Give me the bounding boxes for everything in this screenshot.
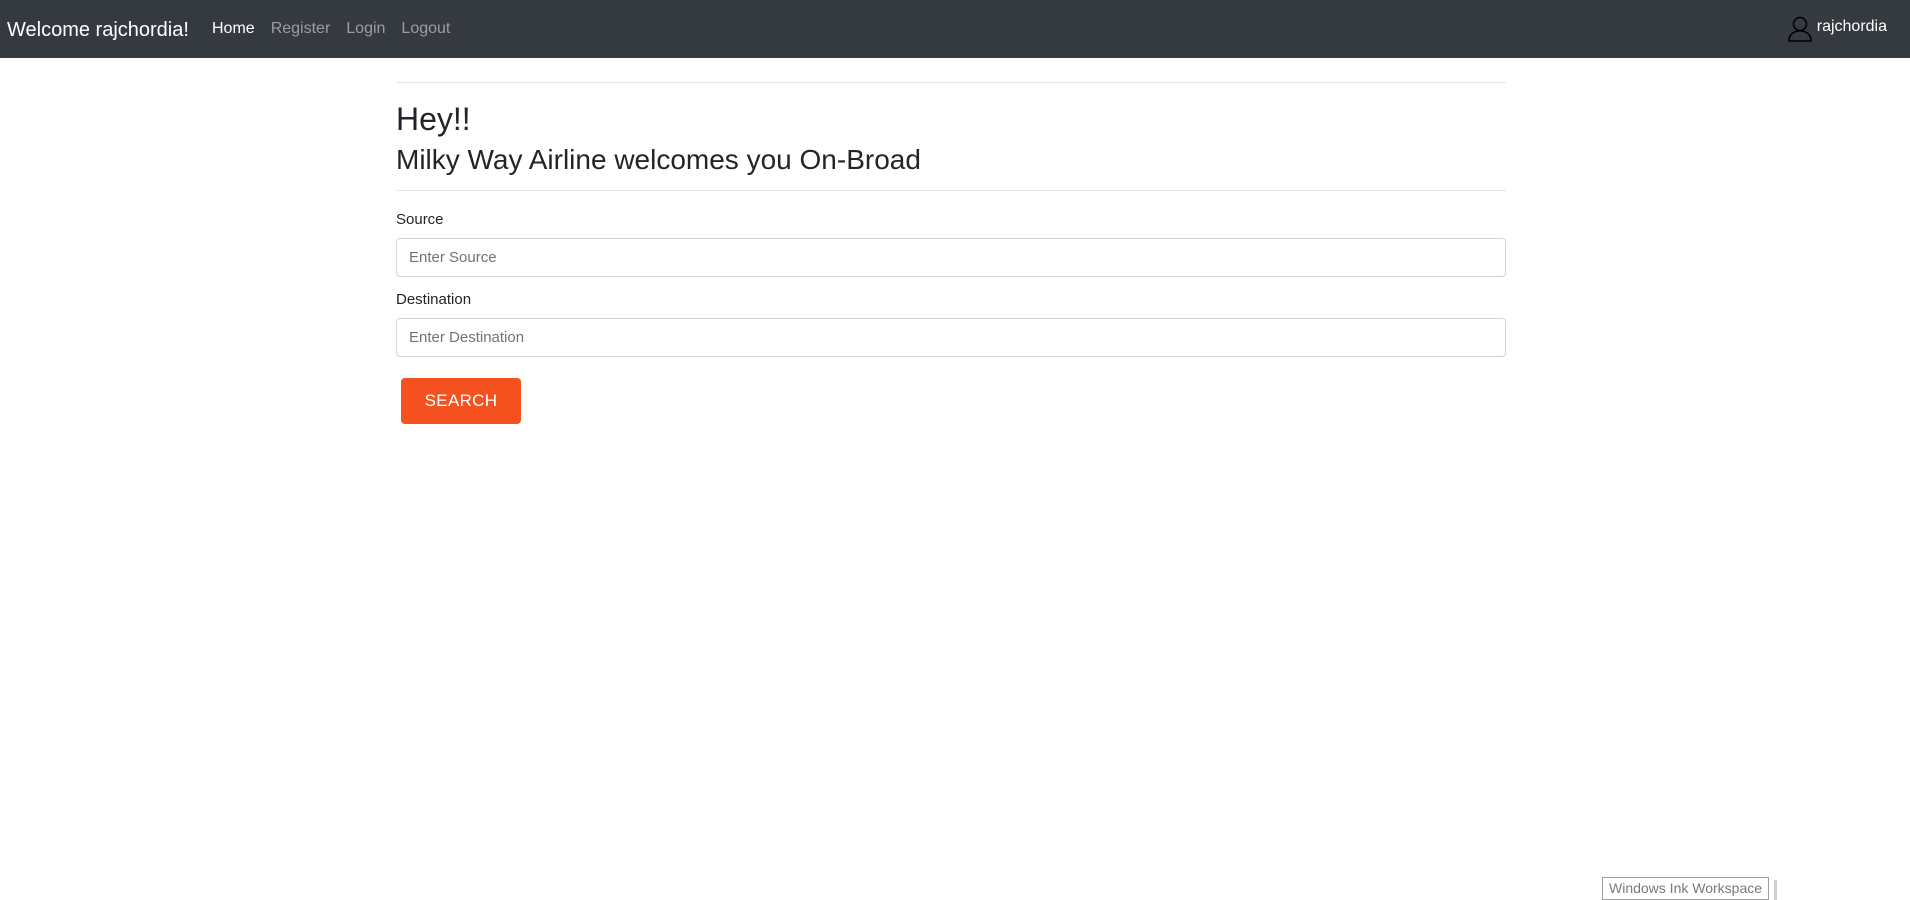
nav-link-register[interactable]: Register: [271, 0, 331, 58]
tooltip-shadow: [1774, 880, 1777, 900]
user-icon: [1787, 15, 1813, 43]
top-navbar: Welcome rajchordia! Home Register Login …: [0, 0, 1910, 58]
nav-link-login[interactable]: Login: [346, 0, 385, 58]
main-content: Hey!! Milky Way Airline welcomes you On-…: [396, 82, 1506, 424]
user-menu[interactable]: rajchordia: [1787, 0, 1887, 58]
source-label: Source: [396, 210, 444, 228]
greeting-heading: Hey!!: [396, 101, 471, 137]
user-name: rajchordia: [1816, 18, 1887, 35]
flight-search-form: Source Destination SEARCH: [396, 211, 1506, 424]
windows-ink-tooltip: Windows Ink Workspace: [1602, 877, 1770, 900]
source-input[interactable]: [396, 237, 1506, 277]
nav-links: Home Register Login Logout: [212, 0, 466, 58]
source-group: Source: [396, 211, 1506, 277]
navbar-brand[interactable]: Welcome rajchordia!: [7, 0, 189, 58]
destination-input[interactable]: [396, 317, 1506, 357]
welcome-heading: Milky Way Airline welcomes you On-Broad: [396, 144, 921, 176]
top-divider: [396, 82, 1506, 83]
nav-link-logout[interactable]: Logout: [401, 0, 450, 58]
search-button[interactable]: SEARCH: [401, 377, 521, 424]
nav-link-home[interactable]: Home: [212, 0, 255, 58]
heading-divider: [396, 189, 1506, 191]
destination-label: Destination: [396, 290, 472, 308]
destination-group: Destination: [396, 291, 1506, 357]
